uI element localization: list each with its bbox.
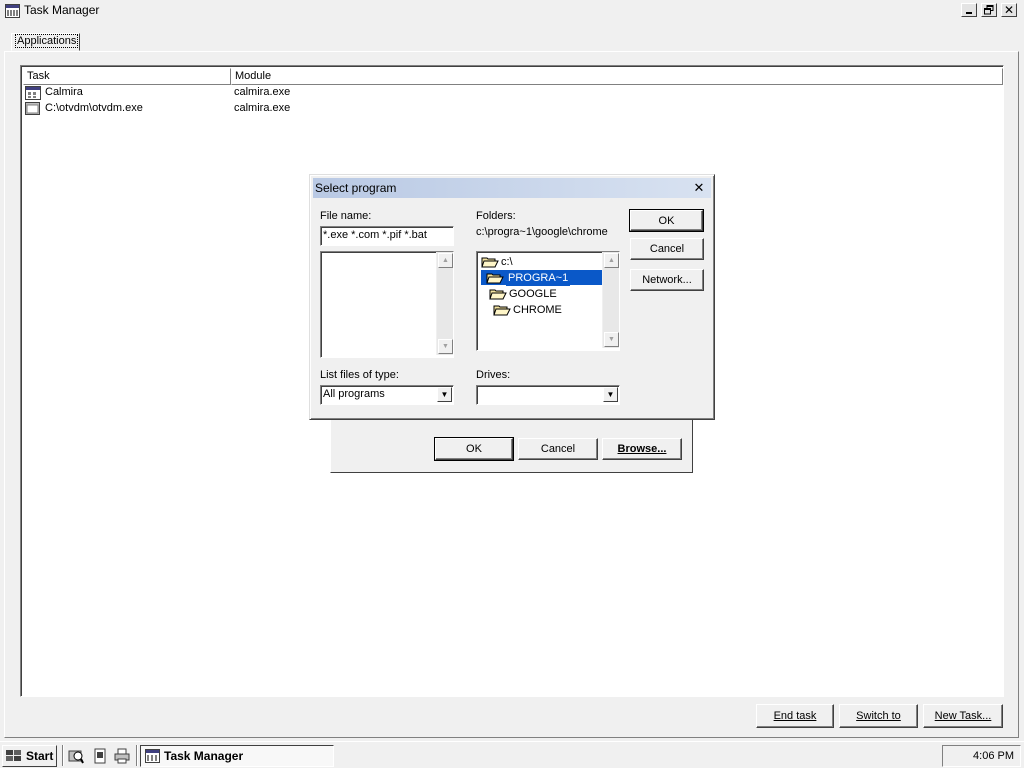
- file-name-label: File name:: [320, 210, 372, 222]
- task-row[interactable]: Calmira calmira.exe: [23, 85, 1001, 101]
- taskbar-button-label: Task Manager: [164, 749, 244, 763]
- run-dialog: OK Cancel Browse...: [330, 418, 693, 473]
- close-icon: ✕: [693, 180, 705, 195]
- browse-button-label: Browse...: [617, 443, 667, 455]
- browse-button[interactable]: Browse...: [602, 438, 682, 460]
- folder-open-icon: [489, 289, 507, 299]
- folders-label: Folders:: [476, 210, 516, 222]
- column-header-task[interactable]: Task: [23, 68, 231, 85]
- title-bar[interactable]: Task Manager ✕: [0, 0, 1024, 22]
- minimize-icon: [966, 12, 972, 14]
- folder-item[interactable]: c:\: [481, 254, 513, 269]
- system-tray: 4:06 PM: [942, 745, 1021, 767]
- taskbar-separator: [62, 745, 64, 766]
- folder-open-icon: [493, 305, 511, 315]
- close-icon: ✕: [1003, 3, 1015, 17]
- file-list[interactable]: ▲ ▼: [320, 251, 454, 358]
- dos-window-icon: [25, 102, 41, 116]
- dialog-close-button[interactable]: ✕: [690, 180, 708, 196]
- taskbar-button-task-manager[interactable]: Task Manager: [140, 745, 334, 767]
- close-button[interactable]: ✕: [1001, 3, 1017, 17]
- run-cancel-button[interactable]: Cancel: [518, 438, 598, 460]
- folder-name: PROGRA~1: [506, 269, 571, 286]
- run-ok-button[interactable]: OK: [434, 437, 514, 461]
- end-task-button[interactable]: End task: [756, 704, 834, 728]
- file-list-scrollbar[interactable]: ▲ ▼: [436, 252, 453, 355]
- task-module: calmira.exe: [234, 86, 291, 98]
- scroll-down-arrow-icon[interactable]: ▼: [604, 332, 619, 347]
- folder-item[interactable]: CHROME: [493, 302, 562, 317]
- tab-applications[interactable]: Applications: [11, 33, 80, 51]
- start-button[interactable]: Start: [2, 745, 57, 767]
- task-manager-icon: [145, 749, 160, 763]
- taskbar-separator: [136, 745, 138, 766]
- folder-name: GOOGLE: [509, 287, 557, 300]
- folder-name: c:\: [501, 255, 513, 268]
- current-path: c:\progra~1\google\chrome: [476, 226, 608, 238]
- scroll-down-arrow-icon[interactable]: ▼: [438, 339, 453, 354]
- task-manager-icon: [5, 4, 20, 18]
- tab-applications-label: Applications: [15, 34, 79, 48]
- drives-label: Drives:: [476, 369, 511, 381]
- end-task-label: End task: [773, 710, 817, 722]
- task-name: Calmira: [45, 86, 83, 98]
- folder-open-icon: [481, 257, 499, 267]
- scroll-up-arrow-icon[interactable]: ▲: [604, 253, 619, 268]
- folder-item[interactable]: GOOGLE: [489, 286, 557, 301]
- chevron-down-icon[interactable]: ▼: [437, 387, 452, 402]
- cancel-button[interactable]: Cancel: [630, 238, 704, 260]
- start-logo-icon: [6, 750, 21, 761]
- dialog-title-bar[interactable]: Select program ✕: [313, 178, 711, 198]
- file-type-select[interactable]: All programs ▼: [320, 385, 454, 405]
- document-quicklaunch-icon[interactable]: [92, 748, 108, 764]
- printer-quicklaunch-icon[interactable]: [114, 748, 130, 764]
- ok-button[interactable]: OK: [629, 209, 704, 232]
- column-header-module[interactable]: Module: [231, 68, 1003, 85]
- network-button[interactable]: Network...: [630, 269, 704, 291]
- dialog-title: Select program: [315, 181, 397, 195]
- scroll-up-arrow-icon[interactable]: ▲: [438, 253, 453, 268]
- file-type-value: All programs: [323, 388, 385, 400]
- window-title: Task Manager: [24, 3, 100, 17]
- switch-to-label: Switch to: [856, 710, 901, 722]
- explorer-quicklaunch-icon[interactable]: [68, 748, 84, 764]
- folder-list[interactable]: c:\ PROGRA~1 GOOGLE CHROME ▲ ▼: [476, 251, 620, 351]
- folder-item-selected[interactable]: PROGRA~1: [481, 269, 602, 286]
- new-task-button[interactable]: New Task...: [923, 704, 1003, 728]
- restore-button[interactable]: [981, 3, 997, 17]
- select-program-dialog: Select program ✕ File name: *.exe *.com …: [309, 174, 715, 420]
- clock[interactable]: 4:06 PM: [973, 750, 1014, 762]
- folder-name: CHROME: [513, 303, 562, 316]
- file-type-label: List files of type:: [320, 369, 399, 381]
- start-label: Start: [26, 749, 54, 763]
- restore-icon: [984, 5, 994, 15]
- taskbar: Start Task Manager 4:06 PM: [0, 741, 1024, 768]
- drives-select[interactable]: ▼: [476, 385, 620, 405]
- calmira-app-icon: [25, 86, 41, 100]
- task-module: calmira.exe: [234, 102, 291, 114]
- switch-to-button[interactable]: Switch to: [839, 704, 918, 728]
- new-task-label: New Task...: [934, 710, 992, 722]
- task-name: C:\otvdm\otvdm.exe: [45, 102, 143, 114]
- chevron-down-icon[interactable]: ▼: [603, 387, 618, 402]
- minimize-button[interactable]: [961, 3, 977, 17]
- folder-open-icon: [486, 273, 504, 283]
- file-name-input[interactable]: *.exe *.com *.pif *.bat: [320, 226, 454, 246]
- folder-list-scrollbar[interactable]: ▲ ▼: [602, 252, 619, 348]
- task-row[interactable]: C:\otvdm\otvdm.exe calmira.exe: [23, 101, 1001, 117]
